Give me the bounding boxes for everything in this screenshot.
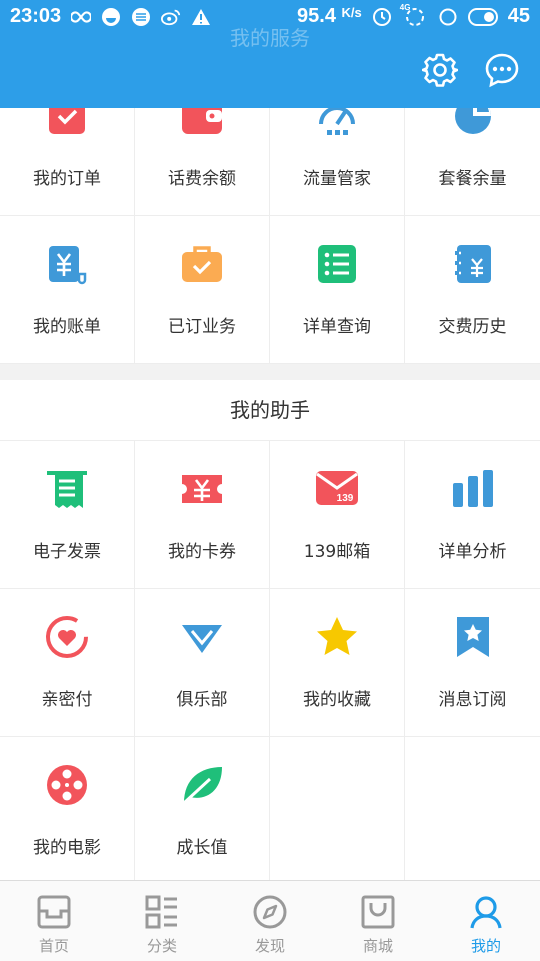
tab-label: 分类 xyxy=(146,937,177,955)
pie-chart-icon xyxy=(451,108,495,138)
service-label: 流量管家 xyxy=(303,169,371,189)
assistant-label: 成长值 xyxy=(176,838,228,858)
empty-cell xyxy=(405,737,540,880)
service-package-remaining[interactable]: 套餐余量 xyxy=(405,108,540,216)
section-divider xyxy=(0,364,540,380)
tab-label: 发现 xyxy=(254,937,285,955)
assistant-label: 亲密付 xyxy=(41,690,93,710)
my-assistant-section: 我的助手 电子发票 我的卡券 139 139邮箱 详单分析 亲密付 俱乐部 我的… xyxy=(0,380,540,880)
service-subscriptions[interactable]: 已订业务 xyxy=(135,216,270,364)
user-icon xyxy=(469,895,503,929)
briefcase-icon xyxy=(180,242,224,286)
speed-unit: K/s xyxy=(341,5,362,20)
service-label: 我的账单 xyxy=(33,317,101,337)
service-label: 我的订单 xyxy=(33,169,101,189)
tab-home[interactable]: 首页 xyxy=(0,881,108,961)
list-icon xyxy=(315,242,359,286)
wallet-icon xyxy=(180,108,224,138)
assistant-label: 我的电影 xyxy=(33,838,101,858)
tab-discover[interactable]: 发现 xyxy=(216,881,324,961)
message-bubble-icon[interactable] xyxy=(484,52,520,88)
coupon-icon xyxy=(180,467,224,511)
service-label: 详单查询 xyxy=(303,317,371,337)
assistant-message-subscribe[interactable]: 消息订阅 xyxy=(405,589,540,737)
mail-badge-text: 139 xyxy=(337,493,354,504)
assistant-detail-analysis[interactable]: 详单分析 xyxy=(405,441,540,589)
assistant-label: 电子发票 xyxy=(33,542,101,562)
tab-mall[interactable]: 商城 xyxy=(324,881,432,961)
assistant-139-mail[interactable]: 139 139邮箱 xyxy=(270,441,405,589)
assistant-favorites[interactable]: 我的收藏 xyxy=(270,589,405,737)
compass-icon xyxy=(253,895,287,929)
bookmark-star-icon xyxy=(451,615,495,659)
faded-page-title: 我的服务 xyxy=(230,26,310,50)
service-order[interactable]: 我的订单 xyxy=(0,108,135,216)
tab-label: 我的 xyxy=(470,937,501,955)
shop-bag-icon xyxy=(361,895,395,929)
assistant-label: 俱乐部 xyxy=(176,690,228,710)
assistant-e-invoice[interactable]: 电子发票 xyxy=(0,441,135,589)
assistant-movies[interactable]: 我的电影 xyxy=(0,737,135,880)
service-bill[interactable]: 我的账单 xyxy=(0,216,135,364)
network-type: 4G xyxy=(399,2,411,12)
heart-pay-icon xyxy=(45,615,89,659)
service-data-manager[interactable]: 流量管家 xyxy=(270,108,405,216)
assistant-label: 我的收藏 xyxy=(303,690,371,710)
diamond-icon xyxy=(180,615,224,659)
assistant-club[interactable]: 俱乐部 xyxy=(135,589,270,737)
service-label: 已订业务 xyxy=(168,317,236,337)
category-icon xyxy=(145,895,179,929)
bar-chart-icon xyxy=(451,467,495,511)
empty-cell xyxy=(270,737,405,880)
tab-category[interactable]: 分类 xyxy=(108,881,216,961)
content-scroll[interactable]: 我的订单 话费余额 流量管家 套餐余量 我的账单 已订业务 详单查询 交费历史 … xyxy=(0,108,540,880)
mail-icon: 139 xyxy=(315,467,359,511)
settings-gear-icon[interactable] xyxy=(421,52,459,88)
assistant-label: 详单分析 xyxy=(438,542,507,562)
leaf-icon xyxy=(180,763,224,807)
receipt-icon xyxy=(45,467,89,511)
assistant-growth-value[interactable]: 成长值 xyxy=(135,737,270,880)
speedometer-icon xyxy=(315,108,359,138)
tab-label: 首页 xyxy=(38,937,69,955)
assistant-label: 消息订阅 xyxy=(438,690,507,710)
service-label: 话费余额 xyxy=(168,169,236,189)
bottom-tab-bar: 首页 分类 发现 商城 我的 xyxy=(0,880,540,961)
film-reel-icon xyxy=(45,763,89,807)
my-services-section: 我的订单 话费余额 流量管家 套餐余量 我的账单 已订业务 详单查询 交费历史 xyxy=(0,108,540,364)
star-icon xyxy=(315,615,359,659)
service-balance[interactable]: 话费余额 xyxy=(135,108,270,216)
assistant-coupons[interactable]: 我的卡券 xyxy=(135,441,270,589)
assistant-label: 我的卡券 xyxy=(168,542,236,562)
bill-icon xyxy=(45,242,89,286)
notebook-icon xyxy=(451,242,495,286)
assistant-label: 139邮箱 xyxy=(303,542,371,562)
home-icon xyxy=(37,895,71,929)
service-label: 套餐余量 xyxy=(438,169,507,189)
service-label: 交费历史 xyxy=(438,317,507,337)
service-payment-history[interactable]: 交费历史 xyxy=(405,216,540,364)
tab-mine[interactable]: 我的 xyxy=(432,881,540,961)
order-icon xyxy=(45,108,89,138)
tab-label: 商城 xyxy=(362,937,393,955)
section-title: 我的助手 xyxy=(0,380,540,441)
assistant-family-pay[interactable]: 亲密付 xyxy=(0,589,135,737)
header: 23:03 95.4 K/s 4G 45 我的服务 xyxy=(0,0,540,108)
service-detail-query[interactable]: 详单查询 xyxy=(270,216,405,364)
